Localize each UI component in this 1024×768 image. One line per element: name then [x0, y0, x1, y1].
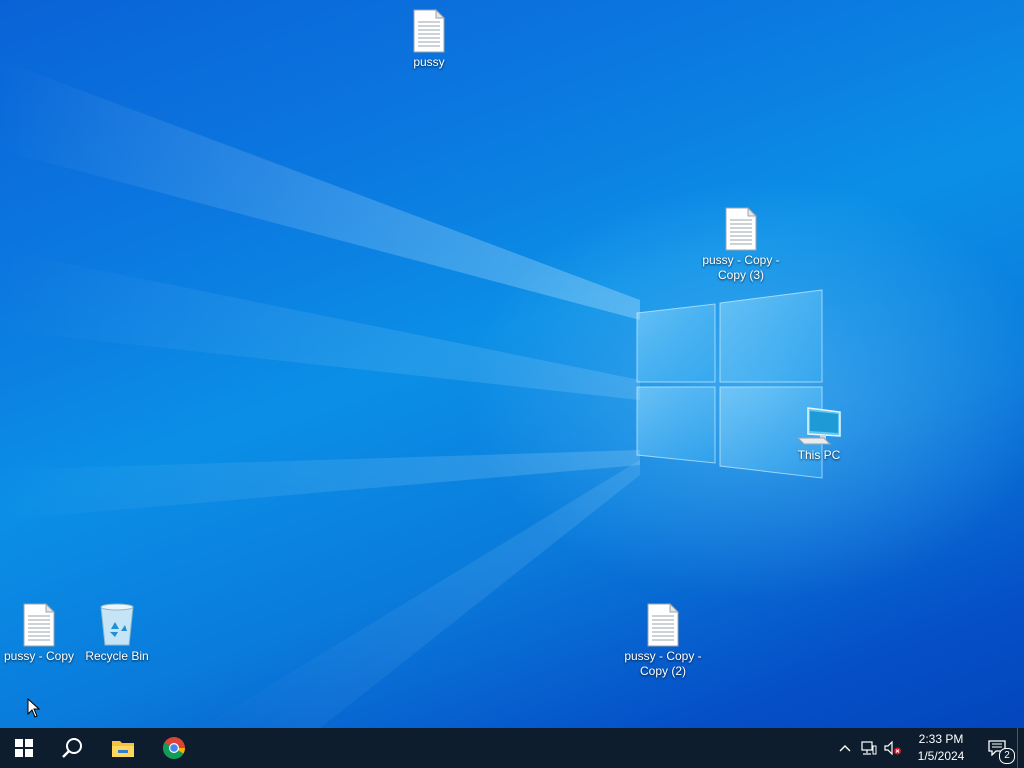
- text-file-icon: [413, 9, 446, 53]
- text-file-icon: [647, 603, 680, 647]
- clock-date: 1/5/2024: [917, 749, 965, 763]
- file-explorer-button[interactable]: [99, 728, 147, 768]
- network-button[interactable]: [857, 728, 881, 768]
- show-hidden-icons-button[interactable]: [833, 728, 857, 768]
- volume-muted-icon: [884, 741, 901, 755]
- network-icon: [861, 741, 877, 755]
- recycle-bin-icon: [100, 603, 134, 646]
- taskbar: 2:33 PM 1/5/2024 2: [0, 728, 1024, 768]
- file-explorer-icon: [112, 741, 134, 757]
- action-center-button[interactable]: 2: [977, 728, 1017, 768]
- desktop-icon-label: pussy: [413, 55, 445, 69]
- search-button[interactable]: [48, 728, 96, 768]
- desktop-icon-label: pussy - Copy - Copy (2): [624, 649, 702, 678]
- start-button[interactable]: [0, 728, 48, 768]
- desktop-icon-file[interactable]: pussy - Copy - Copy (3): [701, 207, 781, 283]
- search-icon: [62, 738, 82, 758]
- desktop-icon-file[interactable]: pussy - Copy: [0, 603, 79, 664]
- desktop[interactable]: pussy pussy - Copy - Copy (3) This PC pu…: [0, 0, 1024, 728]
- desktop-icon-recycle-bin[interactable]: Recycle Bin: [77, 603, 157, 664]
- desktop-icon-file[interactable]: pussy: [389, 9, 469, 70]
- show-desktop-button[interactable]: [1017, 728, 1024, 768]
- desktop-icon-label: This PC: [797, 448, 841, 462]
- clock[interactable]: 2:33 PM 1/5/2024: [905, 731, 977, 765]
- clock-time: 2:33 PM: [918, 732, 964, 746]
- text-file-icon: [725, 207, 758, 251]
- chrome-icon: [163, 737, 185, 759]
- mouse-cursor-icon: [27, 698, 41, 718]
- text-file-icon: [23, 603, 56, 647]
- volume-button[interactable]: [881, 728, 905, 768]
- notification-count-badge: 2: [999, 748, 1015, 764]
- desktop-icon-file[interactable]: pussy - Copy - Copy (2): [623, 603, 703, 679]
- this-pc-icon: [796, 407, 841, 445]
- desktop-icon-this-pc[interactable]: This PC: [779, 406, 859, 463]
- windows-start-icon: [15, 739, 33, 757]
- desktop-icon-label: pussy - Copy - Copy (3): [702, 253, 780, 282]
- chrome-button[interactable]: [150, 728, 198, 768]
- desktop-icon-label: Recycle Bin: [85, 649, 149, 663]
- desktop-icon-label: pussy - Copy: [3, 649, 75, 663]
- system-tray: 2:33 PM 1/5/2024 2: [833, 728, 1024, 768]
- chevron-up-icon: [839, 745, 851, 752]
